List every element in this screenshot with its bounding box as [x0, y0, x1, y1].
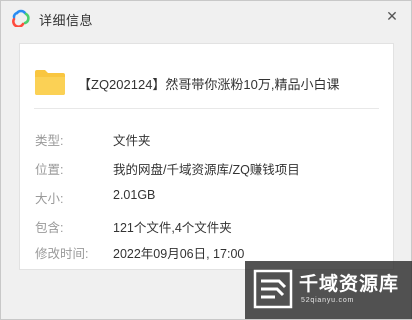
- details-panel: 【ZQ202124】然哥带你涨粉10万,精品小白课 类型: 文件夹 位置: 我的…: [19, 43, 394, 270]
- detail-value: 2.01GB: [113, 188, 156, 202]
- divider: [34, 108, 379, 109]
- watermark-url: 52qianyu.com: [301, 297, 355, 304]
- detail-value: 我的网盘/千域资源库/ZQ赚钱项目: [113, 163, 300, 177]
- detail-value: 文件夹: [113, 134, 151, 148]
- detail-label: 修改时间:: [35, 247, 89, 261]
- folder-icon: [34, 68, 66, 96]
- watermark-title: 千域资源库: [299, 274, 400, 295]
- dialog-title: 详细信息: [39, 13, 94, 28]
- watermark: 千域资源库 52qianyu.com: [245, 261, 412, 319]
- detail-label: 包含:: [35, 221, 64, 235]
- file-name: 【ZQ202124】然哥带你涨粉10万,精品小白课: [78, 77, 340, 92]
- detail-value: 121个文件,4个文件夹: [113, 221, 232, 235]
- detail-value: 2022年09月06日, 17:00: [113, 247, 245, 261]
- detail-label: 位置:: [35, 163, 64, 177]
- details-dialog: 详细信息 ✕ 【ZQ202124】然哥带你涨粉10万,精品小白课 类型: 文件夹…: [0, 0, 412, 320]
- title-bar: 详细信息 ✕: [1, 1, 411, 35]
- close-icon: ✕: [386, 7, 398, 24]
- detail-label: 大小:: [35, 192, 64, 206]
- baidu-netdisk-cloud-icon: [11, 9, 31, 28]
- qianyu-logo-icon: [253, 269, 293, 309]
- close-button[interactable]: ✕: [379, 5, 405, 27]
- detail-label: 类型:: [35, 134, 64, 148]
